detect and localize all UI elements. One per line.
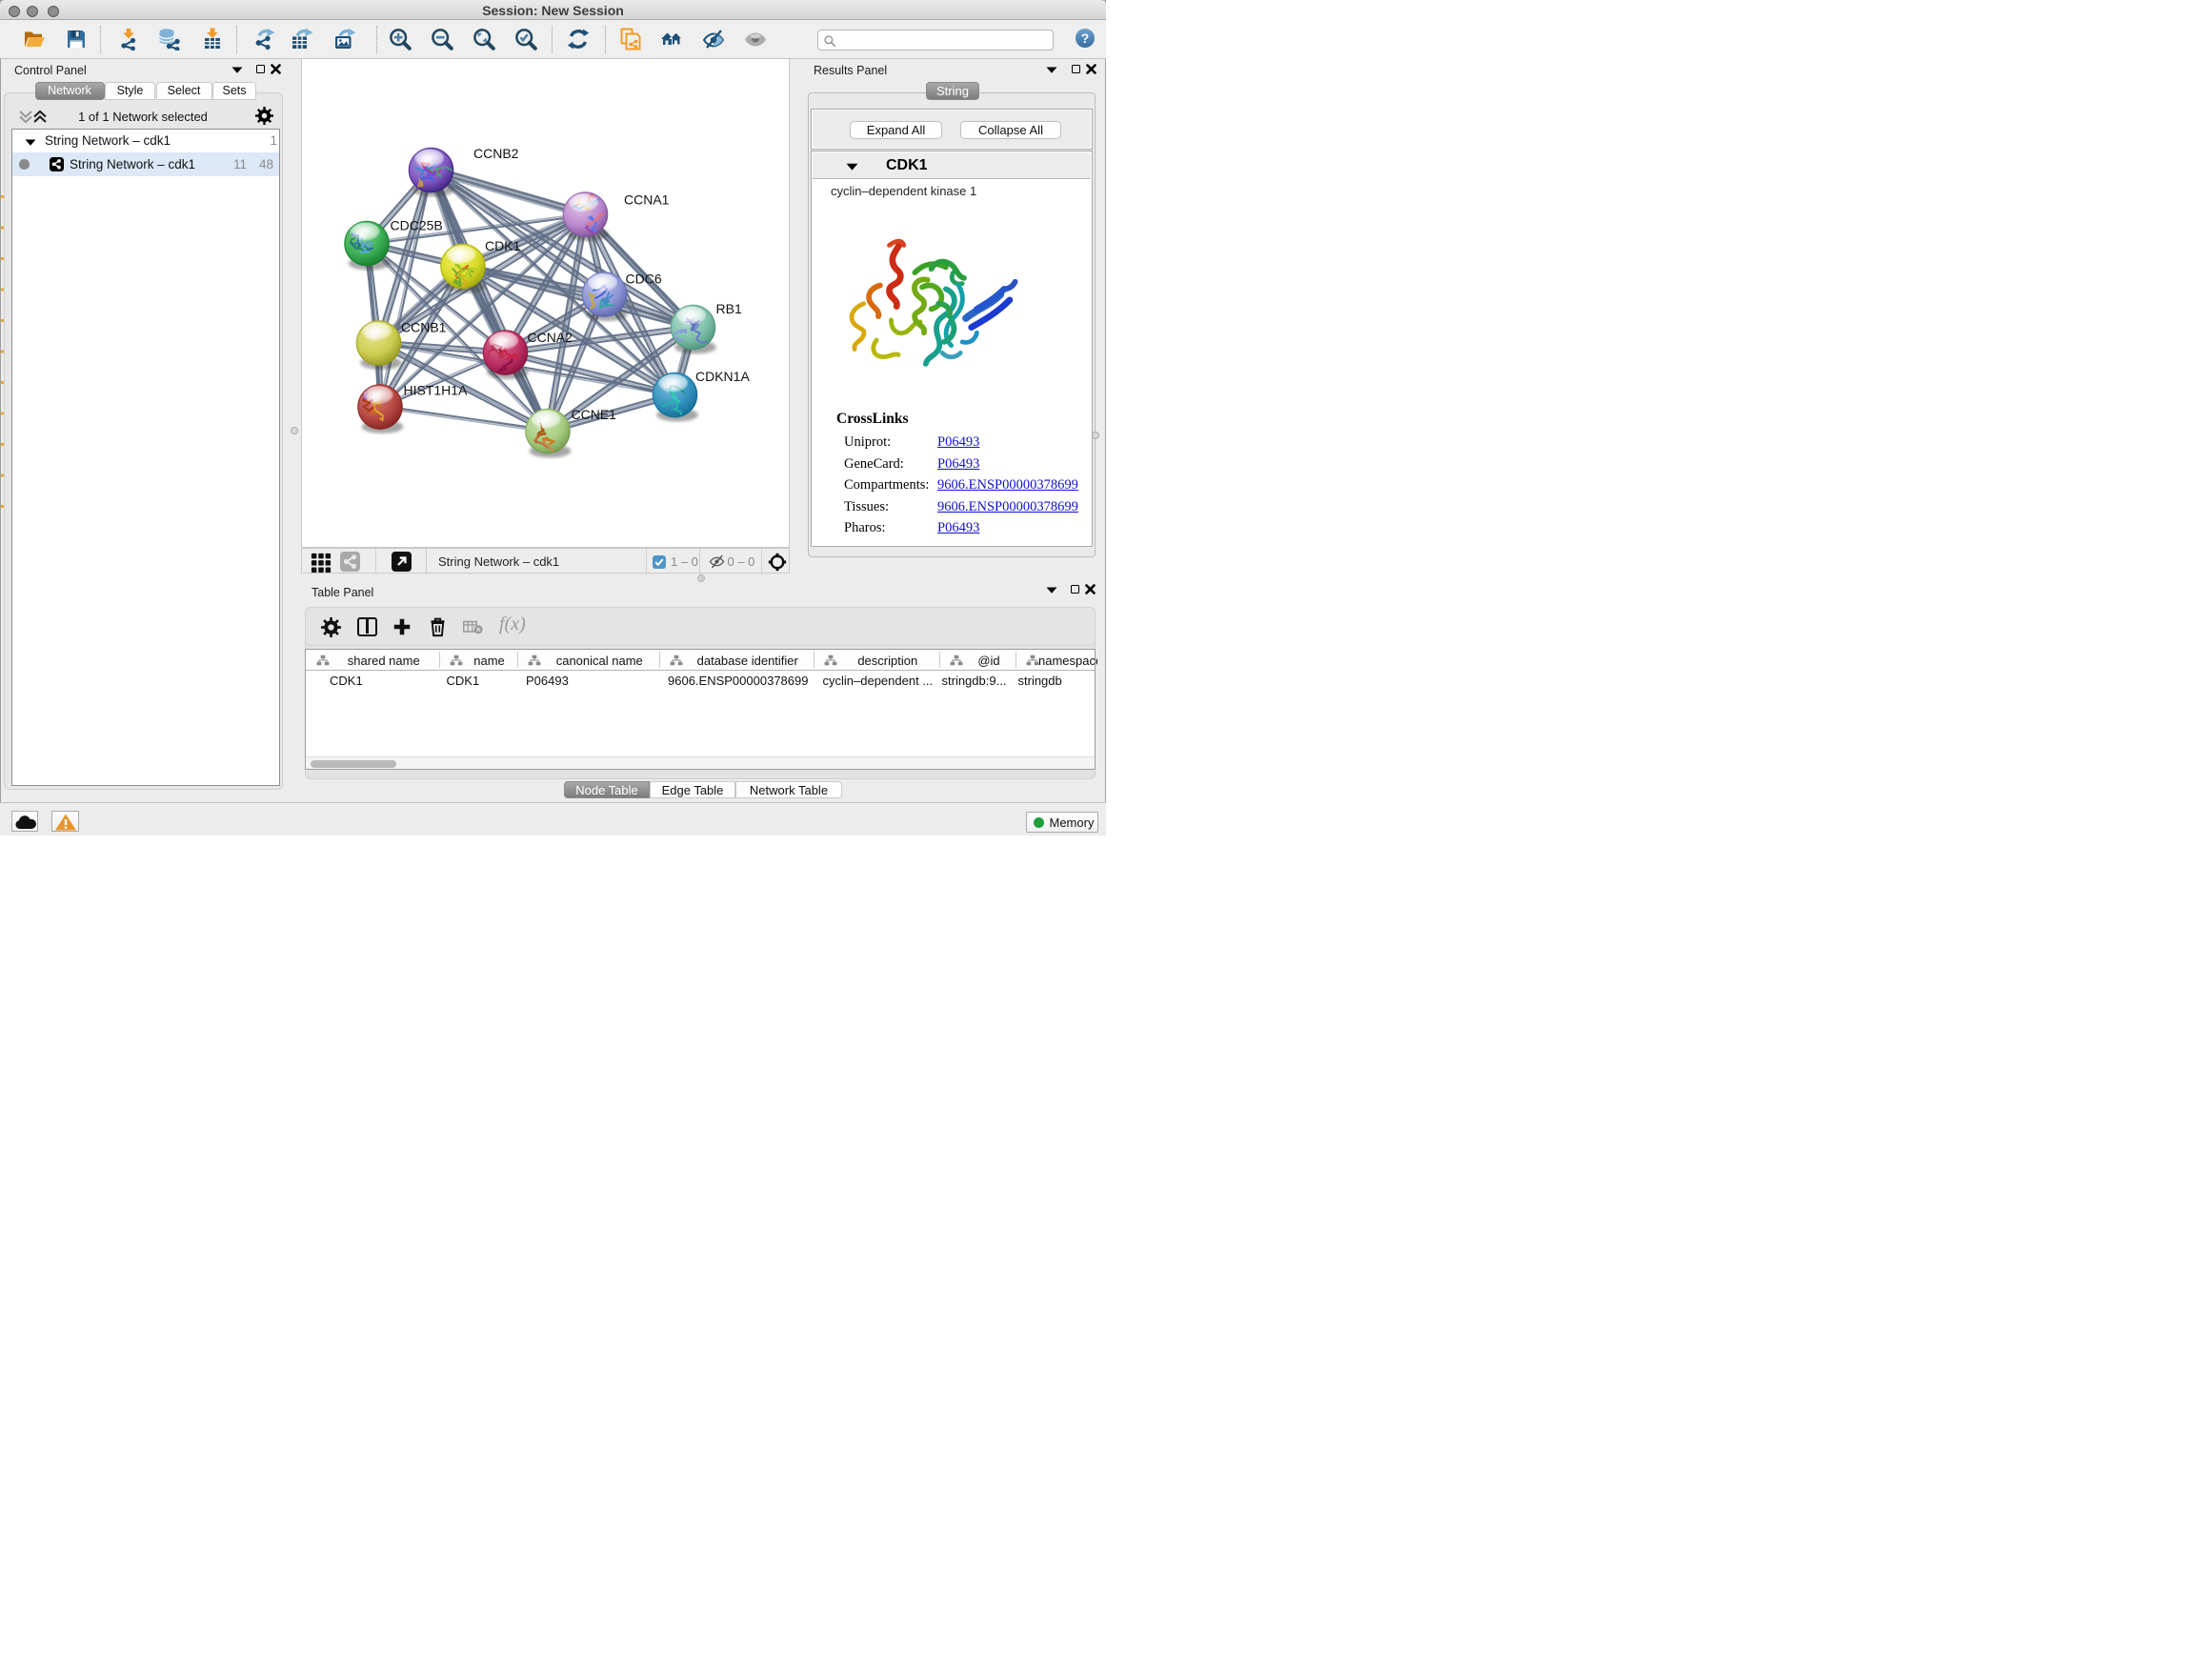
svg-text:CDK1: CDK1 (485, 238, 521, 253)
svg-text:CCNE1: CCNE1 (572, 407, 617, 422)
svg-text:CDC25B: CDC25B (391, 218, 443, 233)
svg-text:CDKN1A: CDKN1A (695, 369, 750, 384)
svg-text:CCNB1: CCNB1 (401, 320, 447, 335)
svg-text:CCNA2: CCNA2 (528, 330, 573, 345)
svg-text:HIST1H1A: HIST1H1A (404, 383, 469, 398)
svg-text:CCNB2: CCNB2 (473, 146, 519, 161)
svg-text:CCNA1: CCNA1 (624, 192, 670, 208)
svg-text:CDC6: CDC6 (626, 272, 662, 287)
svg-text:RB1: RB1 (716, 301, 742, 316)
